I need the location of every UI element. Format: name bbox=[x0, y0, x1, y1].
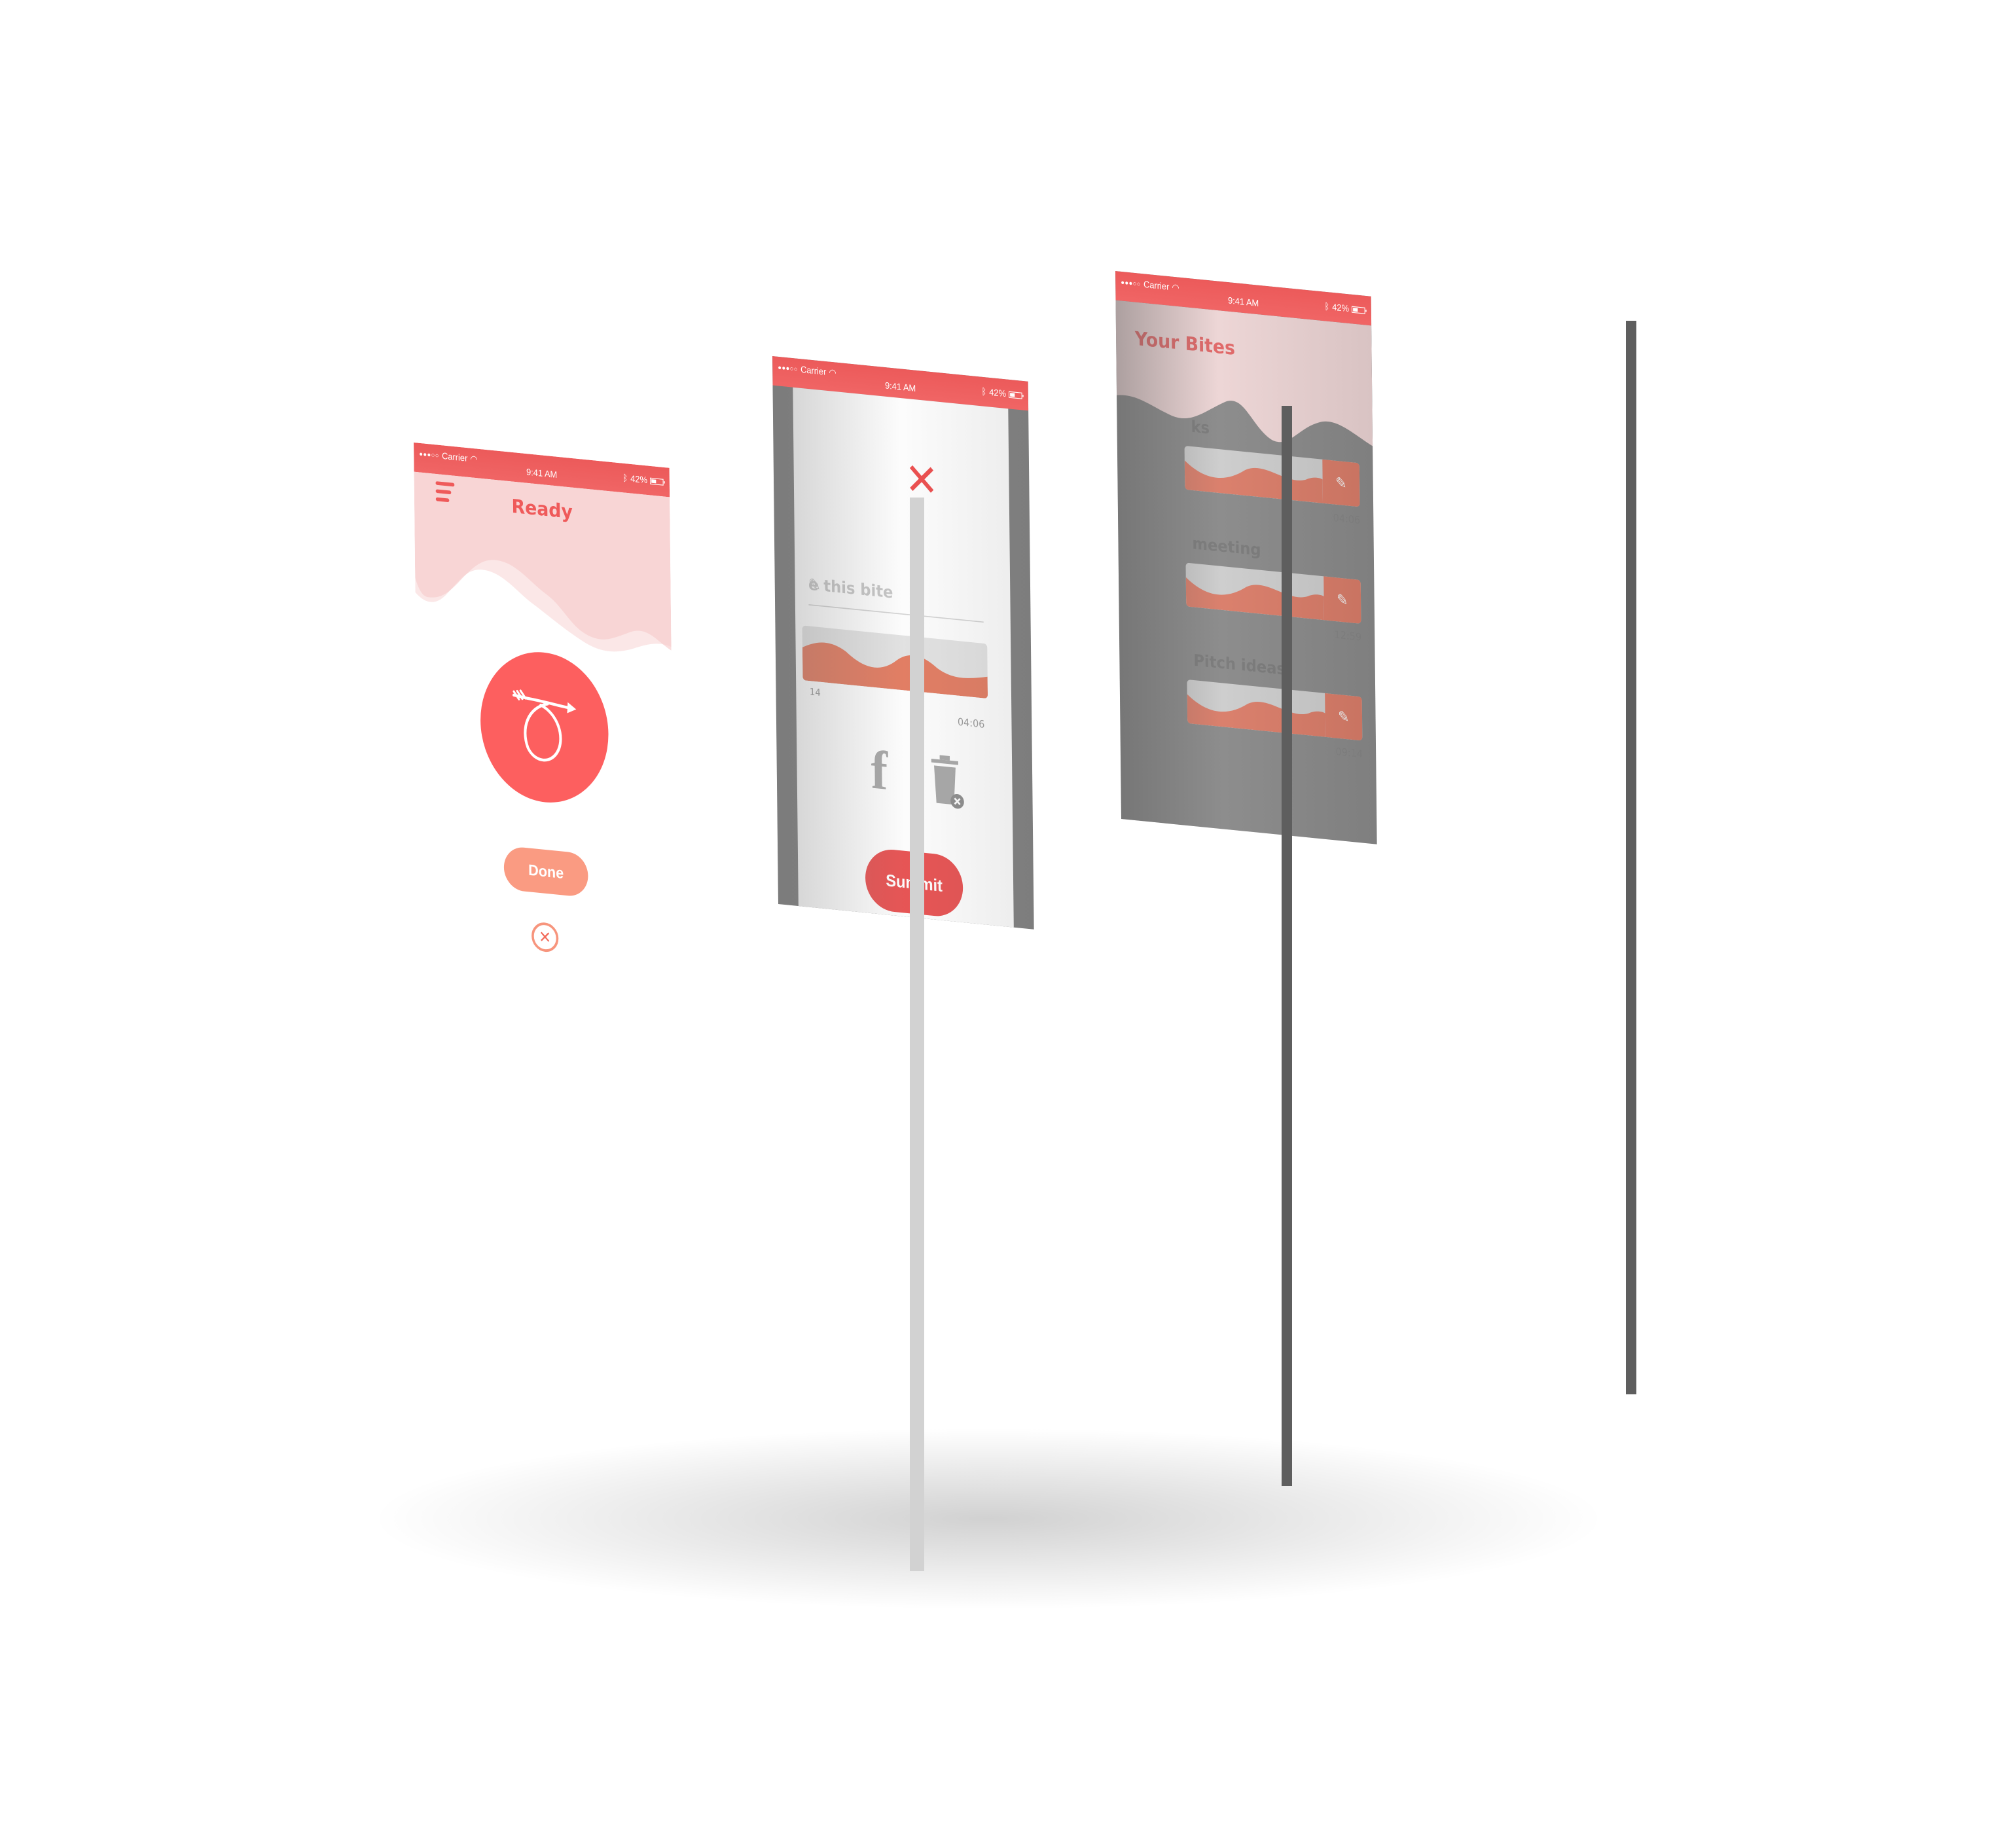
bluetooth-icon: ᛒ bbox=[622, 473, 628, 484]
edit-button[interactable]: ✎ bbox=[1323, 576, 1361, 624]
bite-title: ks bbox=[1191, 417, 1210, 438]
start-time: 14 bbox=[809, 686, 821, 698]
pencil-icon[interactable]: ✎ bbox=[808, 575, 980, 610]
waveform-track[interactable] bbox=[802, 625, 988, 699]
waveform-icon bbox=[1187, 694, 1325, 737]
waveform-bar: ✎ bbox=[1187, 679, 1363, 741]
bite-duration: 09:14 bbox=[1335, 745, 1363, 761]
edit-button[interactable]: ✎ bbox=[1325, 693, 1363, 741]
floor-shadow bbox=[367, 1427, 1610, 1610]
pencil-icon: ✎ bbox=[1337, 590, 1348, 609]
phone-edge-back bbox=[1626, 321, 1636, 1394]
end-time: 04:06 bbox=[957, 715, 985, 731]
waveform-icon bbox=[802, 642, 988, 699]
bite-title: meeting bbox=[1192, 534, 1261, 560]
waveform-bar: ✎ bbox=[1185, 562, 1361, 624]
phone-screen-submit: ●●●○○ Carrier ◠ 9:41 AM ᛒ 42% ✕ e this bite… bbox=[772, 356, 1034, 930]
arrow-loop-icon bbox=[512, 689, 577, 762]
mockup-scene: ●●●○○ Carrier ◠ 9:41 AM ᛒ 42% Your Bites ks… bbox=[0, 0, 2016, 1829]
close-circle-icon[interactable]: ✕ bbox=[531, 921, 559, 954]
bite-duration: 12:59 bbox=[1334, 628, 1362, 643]
phone-edge-front bbox=[910, 498, 924, 1571]
facebook-icon[interactable]: f bbox=[871, 738, 888, 803]
bite-duration: 04:06 bbox=[1333, 511, 1361, 526]
edit-button[interactable]: ✎ bbox=[1322, 459, 1360, 507]
battery-icon bbox=[650, 477, 664, 486]
bluetooth-icon: ᛒ bbox=[981, 386, 987, 397]
bite-name-field[interactable]: e this bite ✎ bbox=[808, 564, 984, 623]
done-button[interactable]: Done bbox=[503, 845, 588, 898]
phone-screen-ready: ●●●○○ Carrier ◠ 9:41 AM ᛒ 42% Ready Done ✕ bbox=[414, 443, 675, 1016]
battery-percent: 42% bbox=[989, 387, 1007, 399]
pencil-icon: ✎ bbox=[1338, 708, 1350, 726]
battery-percent: 42% bbox=[630, 473, 648, 486]
trash-icon[interactable] bbox=[928, 751, 966, 813]
phone-edge-middle bbox=[1282, 406, 1292, 1486]
battery-icon bbox=[1009, 391, 1022, 399]
list-item[interactable]: meeting ✎ 12:59 bbox=[1118, 527, 1374, 643]
pencil-icon: ✎ bbox=[1335, 474, 1347, 492]
waveform-icon bbox=[1185, 577, 1324, 621]
bite-title: Pitch ideas bbox=[1193, 651, 1286, 679]
phone-screen-bites: ●●●○○ Carrier ◠ 9:41 AM ᛒ 42% Your Bites ks… bbox=[1115, 271, 1377, 844]
list-item[interactable]: Pitch ideas ✎ 09:14 bbox=[1119, 643, 1375, 760]
